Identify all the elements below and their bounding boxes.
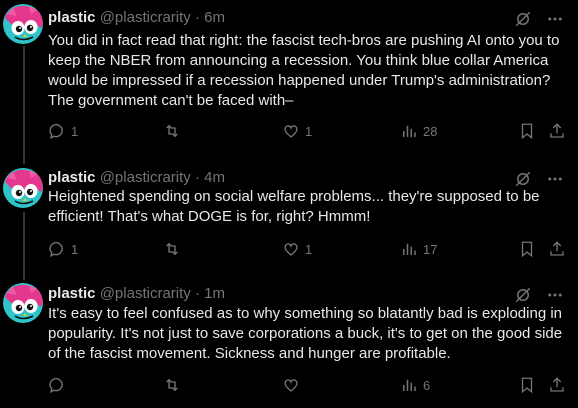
avatar[interactable] (3, 283, 43, 323)
more-icon[interactable] (546, 286, 564, 304)
handle[interactable]: @plasticrarity (100, 169, 191, 186)
views-button[interactable]: 17 (400, 240, 437, 258)
views-button[interactable]: 6 (400, 376, 430, 394)
post-2[interactable]: plastic @plasticrarity · 4m Heightened s… (0, 160, 578, 270)
like-button[interactable]: 1 (282, 122, 312, 140)
like-icon (282, 122, 300, 140)
separator: · (194, 285, 200, 302)
repost-icon (163, 376, 181, 394)
timestamp[interactable]: 6m (204, 9, 225, 26)
like-button[interactable]: 1 (282, 240, 312, 258)
post-1[interactable]: plastic @plasticrarity · 6m You did in f… (0, 0, 578, 160)
views-icon (400, 122, 418, 140)
views-button[interactable]: 28 (400, 122, 437, 140)
bookmark-icon (518, 376, 536, 394)
bookmark-button[interactable] (518, 376, 536, 394)
more-icon[interactable] (546, 170, 564, 188)
timestamp[interactable]: 1m (204, 285, 225, 302)
reply-icon (48, 376, 66, 394)
views-count: 17 (423, 241, 438, 257)
views-icon (400, 240, 418, 258)
reply-icon (48, 122, 66, 140)
bookmark-icon (518, 122, 536, 140)
repost-icon (163, 240, 181, 258)
handle[interactable]: @plasticrarity (100, 9, 191, 26)
like-icon (282, 376, 300, 394)
more-icon[interactable] (546, 10, 564, 28)
like-count: 1 (305, 241, 313, 257)
share-button[interactable] (548, 240, 566, 258)
like-button[interactable] (282, 376, 305, 394)
repost-button[interactable] (163, 240, 186, 258)
avatar[interactable] (3, 4, 43, 44)
grok-icon[interactable] (514, 170, 532, 188)
views-count: 6 (423, 377, 431, 393)
share-icon (548, 376, 566, 394)
reply-button[interactable] (48, 376, 71, 394)
like-icon (282, 240, 300, 258)
post-text: Heightened spending on social welfare pr… (48, 188, 540, 225)
reply-count: 1 (71, 123, 79, 139)
bookmark-button[interactable] (518, 122, 536, 140)
grok-icon[interactable] (514, 286, 532, 304)
avatar[interactable] (3, 168, 43, 208)
display-name[interactable]: plastic (48, 285, 96, 302)
display-name[interactable]: plastic (48, 9, 96, 26)
reply-button[interactable]: 1 (48, 240, 78, 258)
post-text: It's easy to feel confused as to why som… (48, 305, 563, 362)
handle[interactable]: @plasticrarity (100, 285, 191, 302)
share-icon (548, 122, 566, 140)
display-name[interactable]: plastic (48, 169, 96, 186)
separator: · (194, 9, 200, 26)
reply-button[interactable]: 1 (48, 122, 78, 140)
share-icon (548, 240, 566, 258)
views-count: 28 (423, 123, 438, 139)
repost-button[interactable] (163, 122, 186, 140)
views-icon (400, 376, 418, 394)
grok-icon[interactable] (514, 10, 532, 28)
timestamp[interactable]: 4m (204, 169, 225, 186)
post-text: You did in fact read that right: the fas… (48, 32, 560, 109)
bookmark-icon (518, 240, 536, 258)
share-button[interactable] (548, 122, 566, 140)
post-3[interactable]: plastic @plasticrarity · 1m It's easy to… (0, 276, 578, 408)
repost-icon (163, 122, 181, 140)
reply-count: 1 (71, 241, 79, 257)
separator: · (194, 169, 200, 186)
repost-button[interactable] (163, 376, 186, 394)
like-count: 1 (305, 123, 313, 139)
share-button[interactable] (548, 376, 566, 394)
bookmark-button[interactable] (518, 240, 536, 258)
reply-icon (48, 240, 66, 258)
